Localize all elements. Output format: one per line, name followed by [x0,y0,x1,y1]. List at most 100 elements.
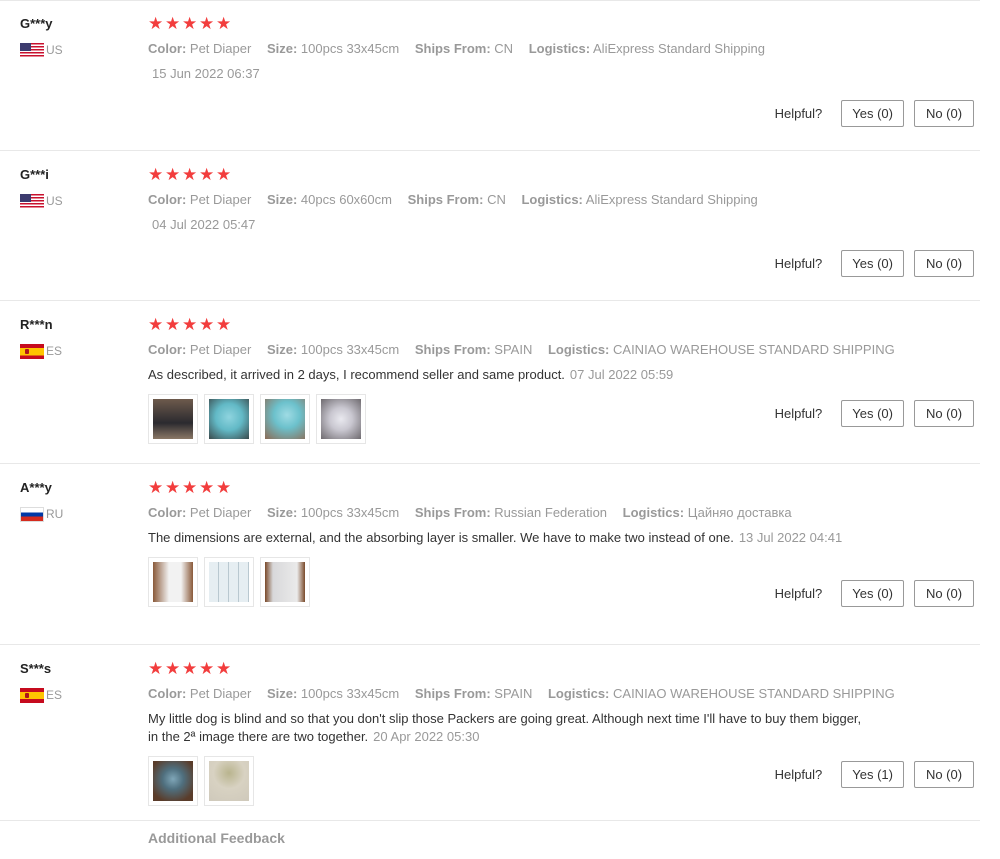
helpful-yes-button[interactable]: Yes (0) [841,400,904,427]
review-item: G***i US ★ ★ ★ ★ ★ Color: Pet Diaper Siz… [0,151,980,301]
size-key: Size: [266,505,298,520]
star-icon: ★ [182,478,198,498]
helpful-no-button[interactable]: No (0) [914,250,974,277]
helpful-no-button[interactable]: No (0) [914,580,974,607]
helpful-yes-button[interactable]: Yes (1) [841,761,904,788]
helpful-no-button[interactable]: No (0) [914,761,974,788]
logistics-value: CAINIAO WAREHOUSE STANDARD SHIPPING [613,686,895,701]
us-flag-icon [20,193,44,209]
star-icon: ★ [199,315,215,335]
star-icon: ★ [148,14,164,34]
reviewer-info: A***y RU [20,480,120,522]
ships-from-key: Ships From: [414,342,491,357]
additional-feedback-label: Additional Feedback [148,830,285,846]
size-value: 40pcs 60x60cm [300,192,392,207]
helpful-label: Helpful? [774,767,823,782]
star-icon: ★ [148,478,164,498]
star-icon: ★ [199,14,215,34]
ships-from-key: Ships From: [414,505,491,520]
color-value: Pet Diaper [189,41,252,56]
review-text: As described, it arrived in 2 days, I re… [148,366,868,384]
bag-photo-icon [321,399,361,439]
size-key: Size: [266,686,298,701]
reviewer-info: G***y US [20,16,120,58]
logistics-value: AliExpress Standard Shipping [585,192,758,207]
es-flag-icon [20,343,44,359]
ships-from-value: SPAIN [494,342,533,357]
logistics-key: Logistics: [547,686,610,701]
us-flag-icon [20,42,44,58]
review-date: 13 Jul 2022 04:41 [738,530,843,545]
star-icon: ★ [165,165,181,185]
ships-from-value: SPAIN [494,686,533,701]
helpful-no-button[interactable]: No (0) [914,400,974,427]
star-icon: ★ [165,478,181,498]
review-images [148,394,868,444]
helpful-yes-button[interactable]: Yes (0) [841,250,904,277]
helpful-label: Helpful? [774,586,823,601]
review-date: 07 Jul 2022 05:59 [569,367,674,382]
color-value: Pet Diaper [189,192,252,207]
review-image-thumbnail[interactable] [204,756,254,806]
reviewer-country: RU [20,506,120,522]
ships-from-value: CN [487,192,506,207]
reviewer-info: S***s ES [20,661,120,703]
review-image-thumbnail[interactable] [148,557,198,607]
helpful-label: Helpful? [774,406,823,421]
review-image-thumbnail[interactable] [148,394,198,444]
package-photo-icon [153,399,193,439]
star-icon: ★ [216,315,232,335]
reviewer-name: G***i [20,167,49,182]
size-key: Size: [266,41,298,56]
helpful-no-button[interactable]: No (0) [914,100,974,127]
review-content: ★ ★ ★ ★ ★ Color: Pet Diaper Size: 40pcs … [148,165,868,234]
review-images [148,557,868,607]
color-key: Color: [148,41,187,56]
star-icon: ★ [216,659,232,679]
helpful-yes-button[interactable]: Yes (0) [841,100,904,127]
size-value: 100pcs 33x45cm [300,342,400,357]
star-rating: ★ ★ ★ ★ ★ [148,14,868,34]
review-image-thumbnail[interactable] [204,394,254,444]
country-code: ES [46,688,63,702]
star-icon: ★ [216,14,232,34]
reviewer-name: A***y [20,480,52,495]
reviewer-country: ES [20,343,120,359]
review-body: The dimensions are external, and the abs… [148,530,734,545]
review-image-thumbnail[interactable] [204,557,254,607]
country-code: RU [46,507,64,521]
review-image-thumbnail[interactable] [316,394,366,444]
color-value: Pet Diaper [189,505,252,520]
review-date: 20 Apr 2022 05:30 [373,729,480,744]
logistics-key: Logistics: [528,41,591,56]
review-image-thumbnail[interactable] [260,557,310,607]
star-icon: ★ [148,659,164,679]
logistics-value: Цайняо доставка [687,505,792,520]
review-image-thumbnail[interactable] [260,394,310,444]
review-content: ★ ★ ★ ★ ★ Color: Pet Diaper Size: 100pcs… [148,659,895,806]
review-divider [0,820,980,821]
size-value: 100pcs 33x45cm [300,505,400,520]
size-value: 100pcs 33x45cm [300,41,400,56]
star-rating: ★ ★ ★ ★ ★ [148,165,868,185]
country-code: US [46,43,63,57]
color-value: Pet Diaper [189,342,252,357]
review-date: 15 Jun 2022 06:37 [152,66,260,81]
review-image-thumbnail[interactable] [148,756,198,806]
reviewer-name: G***y [20,16,53,31]
pad-photo-icon [265,562,305,602]
logistics-key: Logistics: [622,505,685,520]
review-item: S***s ES ★ ★ ★ ★ ★ Color: Pet Diaper Siz… [0,645,980,821]
ships-from-key: Ships From: [407,192,484,207]
star-rating: ★ ★ ★ ★ ★ [148,659,868,679]
reviewer-name: R***n [20,317,53,332]
order-attributes: Color: Pet Diaper Size: 40pcs 60x60cm Sh… [148,191,868,209]
size-key: Size: [266,192,298,207]
star-icon: ★ [165,315,181,335]
reviewer-name: S***s [20,661,52,676]
order-attributes: Color: Pet Diaper Size: 100pcs 33x45cm S… [148,40,868,58]
color-key: Color: [148,192,187,207]
review-text: The dimensions are external, and the abs… [148,529,868,547]
star-icon: ★ [216,478,232,498]
helpful-yes-button[interactable]: Yes (0) [841,580,904,607]
